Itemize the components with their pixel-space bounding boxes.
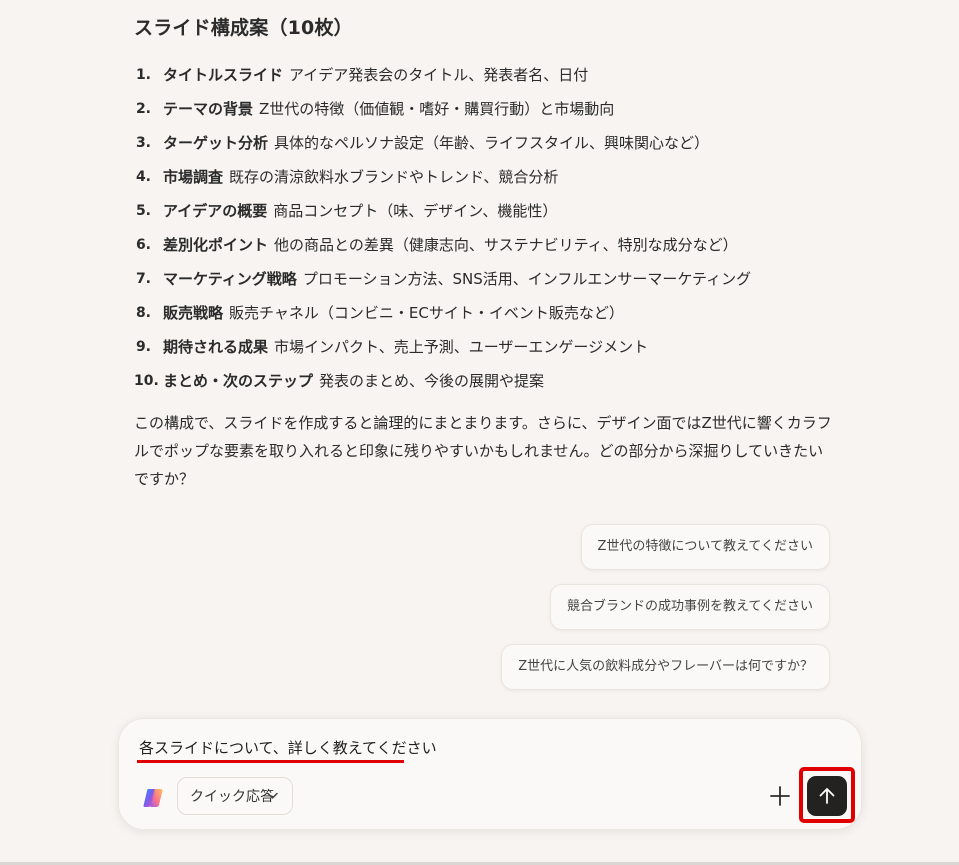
input-highlight-underline <box>137 760 404 763</box>
slide-description: 他の商品との差異（健康志向、サステナビリティ、特別な成分など） <box>274 236 738 254</box>
slide-description: Z世代の特徴（価値観・嗜好・購買行動）と市場動向 <box>259 100 615 118</box>
response-content: スライド構成案（10枚） 1. タイトルスライド アイデア発表会のタイトル、発表者… <box>134 10 834 508</box>
response-heading: スライド構成案（10枚） <box>134 17 353 39</box>
slide-title: 差別化ポイント <box>163 236 269 254</box>
list-item: 5. アイデアの概要 商品コンセプト（味、デザイン、機能性） <box>134 194 834 228</box>
list-number: 10. <box>134 373 159 389</box>
slide-description: 市場インパクト、売上予測、ユーザーエンゲージメント <box>274 338 649 356</box>
slide-title: 販売戦略 <box>163 304 224 322</box>
list-item: 10. まとめ・次のステップ 発表のまとめ、今後の展開や提案 <box>134 364 834 398</box>
list-number: 8. <box>135 305 151 321</box>
slide-title: マーケティング戦略 <box>163 270 297 288</box>
suggestion-chip-gen-z-traits[interactable]: Z世代の特徴について教えてください <box>580 524 830 570</box>
send-button[interactable] <box>807 776 847 816</box>
list-number: 2. <box>135 101 151 117</box>
slide-description: 商品コンセプト（味、デザイン、機能性） <box>273 202 558 220</box>
slide-title: ターゲット分析 <box>163 134 269 152</box>
list-item: 6. 差別化ポイント 他の商品との差異（健康志向、サステナビリティ、特別な成分など… <box>134 228 834 262</box>
copilot-logo-icon <box>141 786 165 810</box>
list-number: 6. <box>135 237 151 253</box>
add-attachment-button[interactable] <box>767 783 793 809</box>
list-number: 7. <box>135 271 151 287</box>
list-number: 9. <box>135 339 151 355</box>
slide-title: アイデアの概要 <box>163 202 268 220</box>
list-number: 4. <box>135 169 151 185</box>
list-item: 1. タイトルスライド アイデア発表会のタイトル、発表者名、日付 <box>134 58 834 92</box>
slide-title: テーマの背景 <box>163 100 254 118</box>
slide-description: アイデア発表会のタイトル、発表者名、日付 <box>289 66 589 84</box>
chevron-down-icon <box>267 792 278 799</box>
slide-description: プロモーション方法、SNS活用、インフルエンサーマーケティング <box>302 270 752 288</box>
list-item: 3. ターゲット分析 具体的なペルソナ設定（年齢、ライフスタイル、興味関心など） <box>134 126 834 160</box>
list-item: 4. 市場調査 既存の清涼飲料水ブランドやトレンド、競合分析 <box>134 160 834 194</box>
slide-title: まとめ・次のステップ <box>163 372 314 390</box>
slide-description: 既存の清涼飲料水ブランドやトレンド、競合分析 <box>229 168 559 186</box>
arrow-up-icon <box>819 788 835 804</box>
list-number: 3. <box>135 135 151 151</box>
list-item: 8. 販売戦略 販売チャネル（コンビニ・ECサイト・イベント販売など） <box>134 296 834 330</box>
list-item: 9. 期待される成果 市場インパクト、売上予測、ユーザーエンゲージメント <box>134 330 834 364</box>
response-mode-label: クイック応答 <box>190 789 274 805</box>
plus-icon <box>770 786 790 806</box>
suggestion-chip-popular-flavors[interactable]: Z世代に人気の飲料成分やフレーバーは何ですか？ <box>501 644 830 690</box>
list-item: 2. テーマの背景 Z世代の特徴（価値観・嗜好・購買行動）と市場動向 <box>134 92 834 126</box>
slide-title: 期待される成果 <box>163 338 269 356</box>
list-number: 5. <box>135 203 151 219</box>
response-mode-dropdown[interactable]: クイック応答 <box>177 777 293 815</box>
suggestion-chips: Z世代の特徴について教えてください 競合ブランドの成功事例を教えてください Z世… <box>501 524 830 704</box>
slide-outline-list: 1. タイトルスライド アイデア発表会のタイトル、発表者名、日付 2. テーマの背… <box>134 58 834 398</box>
message-composer: 各スライドについて、詳しく教えてください クイック応答 <box>118 718 862 830</box>
slide-description: 具体的なペルソナ設定（年齢、ライフスタイル、興味関心など） <box>274 134 710 152</box>
response-summary: この構成で、スライドを作成すると論理的にまとまります。さらに、デザイン面ではZ世… <box>134 414 832 488</box>
slide-description: 発表のまとめ、今後の展開や提案 <box>319 372 545 390</box>
slide-title: タイトルスライド <box>163 66 284 84</box>
list-item: 7. マーケティング戦略 プロモーション方法、SNS活用、インフルエンサーマーケテ… <box>134 262 834 296</box>
slide-description: 販売チャネル（コンビニ・ECサイト・イベント販売など） <box>229 304 624 322</box>
list-number: 1. <box>135 67 151 83</box>
suggestion-chip-competitor-cases[interactable]: 競合ブランドの成功事例を教えてください <box>550 584 830 630</box>
message-input[interactable]: 各スライドについて、詳しく教えてください <box>139 737 437 758</box>
slide-title: 市場調査 <box>163 168 224 186</box>
